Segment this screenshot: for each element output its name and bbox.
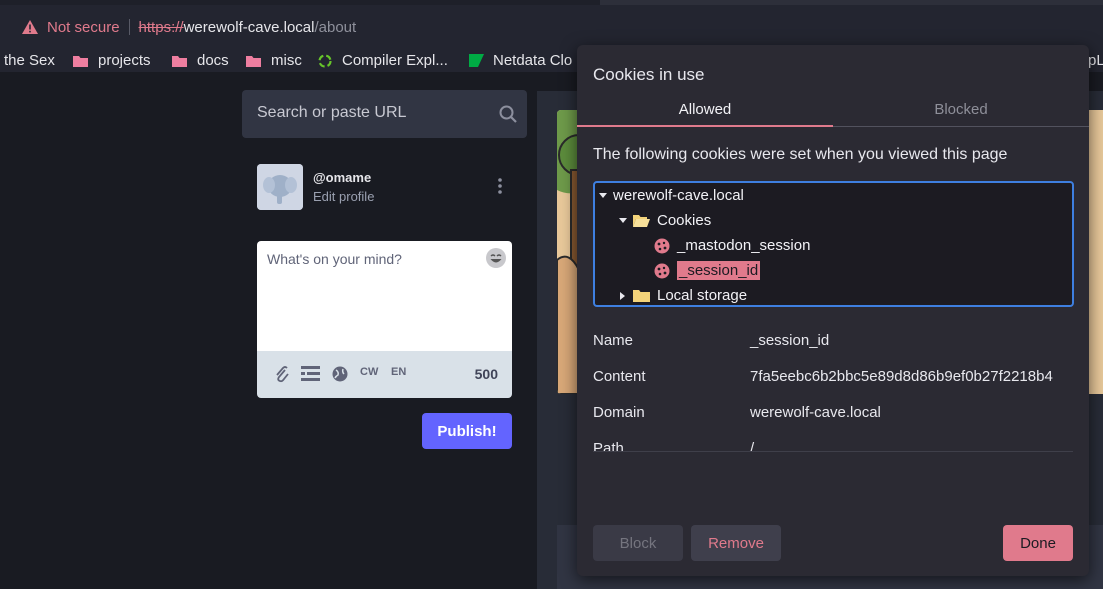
expanded-arrow-icon[interactable] [619,217,627,225]
collapsed-arrow-icon[interactable] [619,291,627,300]
bookmark-netdata[interactable]: Netdata Clo [469,52,572,69]
bookmark-label: the Sex [4,52,55,69]
detail-path-value: / [750,440,755,452]
search-input[interactable]: Search or paste URL [257,104,406,122]
detail-content-value: 7fa5eebc6b2bbc5e89d8d86b9ef0b27f2218b4 [750,368,1053,385]
language-selector[interactable]: EN [391,366,406,378]
bookmark-label: misc [271,52,302,69]
attachment-icon[interactable] [274,366,290,384]
bookmark-folder-docs[interactable]: docs [172,52,229,69]
done-button[interactable]: Done [1003,525,1073,561]
compiler-explorer-icon [318,53,332,68]
folder-icon [246,55,261,67]
profile-handle[interactable]: @omame [313,170,371,185]
folder-icon [73,55,88,67]
address-bar[interactable]: Not secure https:// werewolf-cave.local … [22,16,356,38]
tab-strip [0,0,600,5]
tree-label-cookies: Cookies [657,212,712,229]
active-tab-edge [600,0,1103,5]
tree-item-cookie-selected[interactable]: _session_id [654,261,761,280]
block-button[interactable]: Block [593,525,683,561]
poll-icon[interactable] [301,366,320,382]
tree-label-local-storage: Local storage [657,287,748,304]
bookmark-compiler-explorer[interactable]: Compiler Expl... [318,52,448,69]
detail-domain-label: Domain [593,404,645,421]
detail-name-label: Name [593,332,634,349]
warning-icon[interactable] [22,20,38,34]
tab-allowed[interactable]: Allowed [577,101,833,127]
netdata-icon [469,54,484,67]
tree-label-cookie: _mastodon_session [677,237,811,254]
elephant-avatar-icon [257,164,303,210]
cw-toggle[interactable]: CW [360,366,378,378]
tab-blocked[interactable]: Blocked [833,101,1089,127]
bookmark-label: Compiler Expl... [342,52,448,69]
expanded-arrow-icon[interactable] [599,192,607,200]
compose-textarea[interactable]: What's on your mind? [257,241,512,351]
cookie-icon [654,263,670,278]
bookmark-item[interactable]: the Sex [4,52,55,69]
publish-button[interactable]: Publish! [422,413,512,449]
bookmark-overflow-fragment: pL [1088,52,1103,69]
cookies-dialog: Cookies in use Allowed Blocked The follo… [577,45,1089,576]
cookie-tree[interactable]: werewolf-cave.local Cookies _mastodon_se… [593,181,1074,307]
detail-name-value: _session_id [750,332,830,349]
dialog-title: Cookies in use [593,65,705,84]
compose-toolbar: CW EN 500 [257,351,512,398]
avatar[interactable] [257,164,303,210]
detail-domain-value: werewolf-cave.local [750,404,881,421]
folder-icon [172,55,187,67]
bookmark-label: docs [197,52,229,69]
folder-icon [633,290,650,302]
emoji-picker-icon[interactable] [485,247,507,269]
search-icon[interactable] [499,105,517,123]
search-box[interactable]: Search or paste URL [242,90,527,138]
tree-item-site[interactable]: werewolf-cave.local [599,187,744,204]
address-divider [128,19,130,35]
character-counter: 500 [474,366,498,382]
browser-toolbar: Not secure https:// werewolf-cave.local … [0,0,1103,50]
globe-icon[interactable] [332,366,348,382]
cookie-icon [654,238,670,253]
bookmark-folder-projects[interactable]: projects [73,52,151,69]
more-options-icon[interactable] [494,176,506,196]
detail-content-label: Content [593,368,646,385]
tree-item-local-storage[interactable]: Local storage [619,287,747,304]
url-host: werewolf-cave.local [183,18,315,36]
security-label[interactable]: Not secure [47,19,120,36]
url-scheme: https:// [138,18,184,36]
dialog-description: The following cookies were set when you … [593,146,1008,163]
compose-placeholder: What's on your mind? [267,251,402,267]
remove-button[interactable]: Remove [691,525,781,561]
tree-item-cookie[interactable]: _mastodon_session [654,237,810,254]
cookie-details: Name _session_id Content 7fa5eebc6b2bbc5… [593,325,1073,452]
edit-profile-link[interactable]: Edit profile [313,189,374,204]
bookmark-folder-misc[interactable]: misc [246,52,302,69]
url-path: /about [314,18,357,36]
detail-path-label: Path [593,440,624,452]
bookmark-label: Netdata Clo [493,52,573,69]
open-folder-icon [633,215,650,227]
tree-label-cookie: _session_id [677,261,761,280]
bookmark-label: projects [98,52,151,69]
tree-label-site: werewolf-cave.local [613,187,744,204]
tree-item-cookies-folder[interactable]: Cookies [619,212,711,229]
